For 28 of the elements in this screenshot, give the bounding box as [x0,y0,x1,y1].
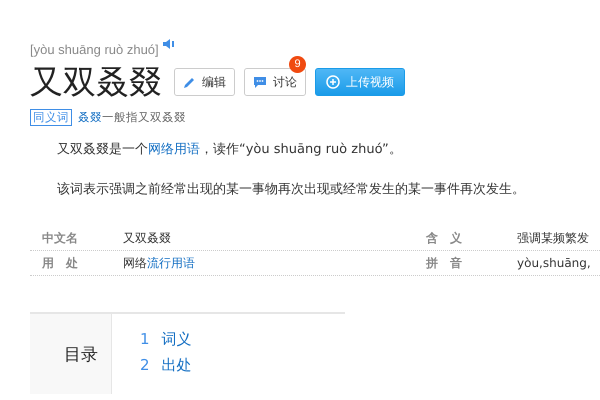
field-label: 中文名 [41,230,79,246]
edit-button[interactable]: 编辑 [174,68,235,96]
paragraph: 又双叒叕是一个网络用语，读作“yòu shuāng ruò zhuó”。 [57,141,403,159]
toc-title: 目录 [64,344,98,366]
entry-title: 又双叒叕 [30,62,162,102]
toc-item[interactable]: 1 词义 [140,330,192,349]
field-label: 含 义 [425,230,463,246]
field-value: 又双叒叕 [123,230,172,246]
field-value: 网络流行用语 [123,254,196,272]
field-label: 拼 音 [424,254,463,272]
upload-video-button[interactable]: 上传视频 [315,68,405,96]
paragraph: 该词表示强调之前经常出现的某一事物再次出现或经常发生的某一事件再次发生。 [57,181,526,199]
discuss-button[interactable]: 讨论 [244,68,306,96]
term-link[interactable]: 流行用语 [147,256,195,270]
synonym-tag: 同义词 [30,109,72,126]
field-label: 用 处 [41,254,79,272]
pinyin-text: [yòu shuāng ruò zhuó] [30,42,159,57]
field-value: yòu,shuāng, [517,256,591,270]
toc-item[interactable]: 2 出处 [140,356,192,375]
speaker-icon[interactable] [162,39,175,49]
synonym-link[interactable]: 叒叕 [78,110,102,125]
field-value: 强调某频繁发 [517,230,589,246]
chat-icon [253,76,267,88]
count-badge: 9 [289,56,306,73]
synonym-text: 一般指又双叒叕 [102,110,186,125]
term-link[interactable]: 网络用语 [148,142,200,157]
plus-icon [326,75,340,89]
pencil-icon [183,76,196,88]
